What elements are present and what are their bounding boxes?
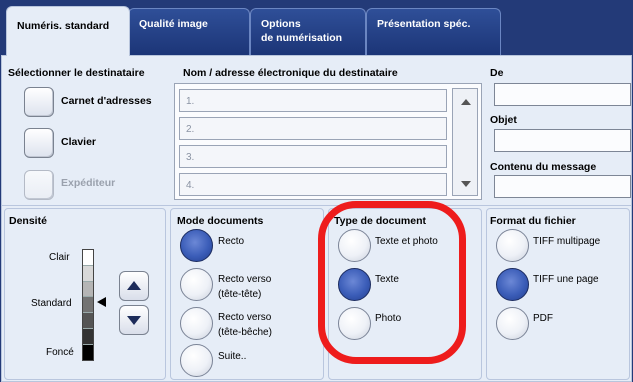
address-book-button[interactable] (24, 87, 54, 117)
type-text-photo-label: Texte et photo (375, 236, 438, 247)
density-title: Densité (9, 215, 47, 227)
mode-option-text: Recto verso (218, 312, 272, 323)
type-photo-label: Photo (375, 313, 402, 324)
from-label: De (490, 67, 504, 79)
density-lighter-button[interactable] (119, 271, 149, 301)
mode-option-subtext: (tête-tête) (218, 289, 262, 300)
scan-screen: Numéris. standard Qualité image Options … (0, 0, 633, 382)
recipient-row-3[interactable]: 3. (179, 145, 447, 168)
document-type-title: Type de document (334, 215, 426, 227)
address-book-label: Carnet d'adresses (61, 95, 152, 107)
mode-duplex-head-toe-label: Recto verso (tête-bêche) (218, 310, 272, 340)
mode-more-radio[interactable] (180, 344, 213, 377)
recipient-row-number: 2. (186, 124, 195, 135)
tab-label: Numéris. standard (17, 20, 110, 32)
message-body-field[interactable] (494, 175, 631, 198)
tab-label: Qualité image (139, 18, 208, 30)
tab-label-line2: de numérisation (261, 32, 343, 44)
tab-bar: Numéris. standard Qualité image Options … (0, 0, 633, 56)
tab-image-quality[interactable]: Qualité image (128, 8, 250, 55)
document-mode-title: Mode documents (177, 215, 264, 227)
mode-duplex-head-head-radio[interactable] (180, 268, 213, 301)
message-body-label: Contenu du message (490, 161, 597, 173)
mode-duplex-head-toe-radio[interactable] (180, 307, 213, 340)
scroll-down-icon[interactable] (461, 181, 471, 187)
recipient-row-number: 1. (186, 96, 195, 107)
density-light-label: Clair (49, 252, 70, 263)
keyboard-button[interactable] (24, 128, 54, 158)
mode-option-text: Recto verso (218, 274, 272, 285)
density-darker-button[interactable] (119, 305, 149, 335)
tab-label: Options (261, 18, 301, 30)
keyboard-label: Clavier (61, 136, 97, 148)
arrow-up-icon (127, 281, 141, 290)
format-pdf-label: PDF (533, 313, 553, 324)
type-photo-radio[interactable] (338, 307, 371, 340)
tab-scan-options[interactable]: Options de numérisation (250, 8, 366, 55)
recipient-row-2[interactable]: 2. (179, 117, 447, 140)
format-tiff-multipage-label: TIFF multipage (533, 236, 601, 247)
recipient-row-number: 3. (186, 152, 195, 163)
density-scale (82, 249, 94, 361)
mode-recto-label: Recto (218, 234, 244, 249)
recipients-list: 1. 2. 3. 4. (174, 83, 482, 200)
tab-label: Présentation spéc. (377, 18, 471, 30)
mode-recto-radio[interactable] (180, 229, 213, 262)
mode-option-subtext: (tête-bêche) (218, 327, 272, 338)
density-pointer-icon (97, 297, 106, 307)
divider (1, 205, 632, 206)
arrow-down-icon (127, 316, 141, 325)
recipient-row-4[interactable]: 4. (179, 173, 447, 196)
density-dark-label: Foncé (46, 347, 74, 358)
mode-more-text: Suite.. (218, 351, 247, 362)
mode-more-label: Suite.. (218, 349, 246, 364)
subject-field[interactable] (494, 129, 631, 152)
subject-label: Objet (490, 114, 517, 126)
format-tiff-single-label: TIFF une page (533, 274, 599, 285)
scroll-up-icon[interactable] (461, 99, 471, 105)
type-text-label: Texte (375, 274, 399, 285)
mode-duplex-head-head-label: Recto verso (tête-tête) (218, 272, 271, 302)
format-tiff-single-radio[interactable] (496, 268, 529, 301)
density-standard-label: Standard (31, 298, 72, 309)
tab-standard-scan[interactable]: Numéris. standard (6, 6, 130, 56)
type-text-photo-radio[interactable] (338, 229, 371, 262)
file-format-title: Format du fichier (490, 215, 576, 227)
recipient-row-number: 4. (186, 180, 195, 191)
format-tiff-multipage-radio[interactable] (496, 229, 529, 262)
format-pdf-radio[interactable] (496, 307, 529, 340)
recipient-row-1[interactable]: 1. (179, 89, 447, 112)
tab-layout-special[interactable]: Présentation spéc. (366, 8, 501, 55)
sender-label: Expéditeur (61, 177, 116, 189)
recipients-title: Nom / adresse électronique du destinatai… (183, 67, 398, 79)
from-field[interactable] (494, 83, 631, 106)
sender-button[interactable] (24, 170, 54, 200)
recipients-scrollbar[interactable] (452, 88, 478, 196)
destination-section-title: Sélectionner le destinataire (8, 67, 145, 79)
type-text-radio[interactable] (338, 268, 371, 301)
mode-recto-text: Recto (218, 236, 245, 247)
